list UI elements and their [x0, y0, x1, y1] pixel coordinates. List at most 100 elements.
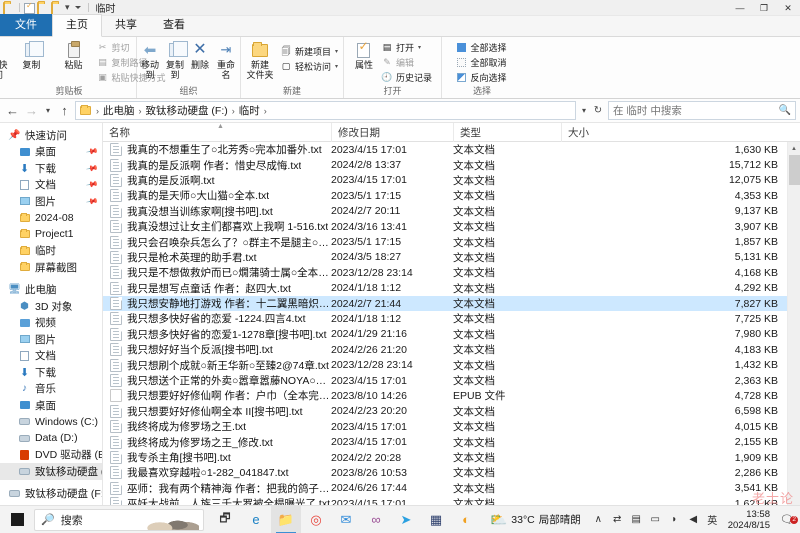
column-header-size[interactable]: 大小: [561, 122, 800, 142]
sidebar-item-桌面[interactable]: 桌面 📌: [0, 144, 102, 161]
telegram-icon[interactable]: ➤: [391, 506, 421, 533]
back-button[interactable]: ←: [4, 102, 21, 120]
sidebar-item-致钛移动硬盘--f--[interactable]: 致钛移动硬盘 (F:): [0, 463, 102, 480]
select-none-button[interactable]: 全部取消: [453, 55, 510, 70]
refresh-button[interactable]: ↻: [592, 102, 604, 120]
show-hidden-icons-button[interactable]: ∧: [589, 514, 608, 525]
network-transfer-icon[interactable]: ⇄: [608, 514, 627, 525]
folder-options-icon[interactable]: [51, 1, 63, 16]
column-header-date[interactable]: 修改日期: [331, 122, 453, 142]
search-box[interactable]: 🔍: [608, 101, 796, 120]
table-row[interactable]: 我只想安静地打游戏 作者：十二翼黑暗炽天使[… 2024/2/7 21:44 文本文…: [103, 295, 800, 312]
up-button[interactable]: ↑: [56, 102, 73, 120]
table-row[interactable]: 我终将成为修罗场之王.txt 2023/4/15 17:01 文本文档 4,015 K…: [103, 419, 800, 434]
minimize-button[interactable]: —: [728, 0, 752, 16]
task-view-button[interactable]: 🗗: [210, 506, 240, 533]
sidebar-item-下载[interactable]: ⬇ 下载 📌: [0, 160, 102, 177]
easy-access-button[interactable]: ▢ 轻松访问 ▾: [278, 59, 342, 74]
table-row[interactable]: 我只是想写点童话 作者：赵四大.txt 2024/1/18 1:12 文本文档 4,2…: [103, 281, 800, 296]
close-button[interactable]: ✕: [776, 0, 800, 16]
sidebar-item-windows--c--[interactable]: Windows (C:): [0, 414, 102, 431]
properties-icon[interactable]: [24, 1, 35, 14]
notification-center-button[interactable]: 🗨 2: [776, 513, 798, 526]
search-input[interactable]: [613, 104, 779, 117]
move-to-button[interactable]: ⬅ 移动到: [138, 39, 163, 81]
scroll-up-button[interactable]: ▲: [788, 142, 800, 155]
table-row[interactable]: 我只是枪术英理的助手君.txt 2024/3/5 18:27 文本文档 5,131 K…: [103, 250, 800, 265]
pin-to-quick-access-button[interactable]: 📌 固定到快 速访问: [0, 39, 11, 81]
pin-icon[interactable]: 📌: [85, 178, 98, 191]
column-header-name[interactable]: 名称 ▲: [103, 123, 331, 142]
table-row[interactable]: 我真的是反派啊 作者：惜史尽成悔.txt 2024/2/8 13:37 文本文档 15…: [103, 157, 800, 172]
table-row[interactable]: 我终将成为修罗场之王_修改.txt 2023/4/15 17:01 文本文档 2,15…: [103, 434, 800, 449]
sidebar-item-data--d--[interactable]: Data (D:): [0, 430, 102, 447]
table-row[interactable]: 我只想刷个成就○新王华新○至臻2@74章.txt 2023/12/28 23:14…: [103, 357, 800, 372]
address-dropdown-button[interactable]: ▾: [578, 102, 590, 120]
edge-icon[interactable]: e: [241, 506, 271, 533]
sidebar-item-快速访问[interactable]: 📌 快速访问: [0, 127, 102, 144]
table-row[interactable]: 我只想要好好修仙啊 作者：户巾（全本完结)e… 2023/8/10 14:26 EP…: [103, 388, 800, 403]
tab-file[interactable]: 文件: [0, 14, 52, 36]
copy-button[interactable]: 复制: [11, 39, 53, 72]
sidebar-item-project1[interactable]: Project1: [0, 226, 102, 243]
sidebar-item-图片[interactable]: 图片: [0, 331, 102, 348]
breadcrumb-item-0[interactable]: 此电脑: [101, 102, 137, 119]
forward-button[interactable]: →: [23, 102, 40, 120]
vertical-scrollbar[interactable]: ▲: [787, 142, 800, 518]
new-folder-button[interactable]: 新建 文件夹: [242, 39, 278, 81]
table-row[interactable]: 我真的是天师○大山猫○全本.txt 2023/5/1 17:15 文本文档 4,353…: [103, 188, 800, 203]
sidebar-item-下载[interactable]: ⬇ 下载: [0, 364, 102, 381]
new-item-button[interactable]: 🗐 新建项目 ▾: [278, 44, 342, 59]
volume-icon[interactable]: ◀: [684, 514, 703, 525]
chevron-down-icon[interactable]: [74, 6, 81, 9]
wifi-icon[interactable]: ◗: [665, 514, 684, 525]
visual-studio-icon[interactable]: ∞: [361, 506, 391, 533]
rename-button[interactable]: ⇥ 重命名: [213, 39, 240, 81]
history-button[interactable]: 🕘 历史记录: [379, 70, 436, 85]
table-row[interactable]: 我只会召唤杂兵怎么了？○群主不是腿主○至臻… 2023/5/1 17:15 文本文档…: [103, 234, 800, 249]
sidebar-item-dvd-驱动器--e---16.0.1[interactable]: DVD 驱动器 (E:) 16.0.1: [0, 447, 102, 464]
paste-button[interactable]: 粘贴: [53, 39, 95, 72]
qat-more-icon[interactable]: ▾: [65, 2, 70, 13]
sidebar-item-图片[interactable]: 图片 📌: [0, 193, 102, 210]
file-explorer-icon[interactable]: 📁: [271, 505, 301, 533]
sidebar-item-音乐[interactable]: ♪ 音乐: [0, 381, 102, 398]
pin-icon[interactable]: 📌: [85, 195, 98, 208]
table-row[interactable]: 我只想多快好省的恋爱 -1224.四言4.txt 2024/1/18 1:12 文本…: [103, 311, 800, 326]
sidebar-item-致钛移动硬盘--f--[interactable]: 致钛移动硬盘 (F:): [0, 486, 102, 503]
edit-button[interactable]: ✎ 编辑: [379, 55, 436, 70]
navigation-pane[interactable]: 📌 快速访问 桌面 📌 ⬇ 下载 📌 文档 📌 图片 📌 2024-08 Project1 临时 屏幕截图 🖥…: [0, 123, 103, 518]
taskbar-clock[interactable]: 13:58 2024/8/15: [722, 509, 776, 531]
pin-icon[interactable]: 📌: [85, 145, 98, 158]
new-folder-icon[interactable]: [37, 1, 49, 16]
chrome-icon[interactable]: ◎: [301, 506, 331, 533]
table-row[interactable]: 我真没想当训练家啊[搜书吧].txt 2024/2/7 20:11 文本文档 9,13…: [103, 204, 800, 219]
ime-language-icon[interactable]: 英: [703, 512, 722, 527]
breadcrumb-item-1[interactable]: 致钛移动硬盘 (F:): [144, 102, 230, 119]
table-row[interactable]: 我专杀主角[搜书吧].txt 2024/2/2 20:28 文本文档 1,909 KB: [103, 450, 800, 465]
maximize-button[interactable]: ❐: [752, 0, 776, 16]
equalizer-icon[interactable]: ▤: [627, 514, 646, 525]
table-row[interactable]: 我真的是反派啊.txt 2023/4/15 17:01 文本文档 12,075 KB: [103, 173, 800, 188]
delete-button[interactable]: ✕ 删除: [188, 39, 213, 72]
table-row[interactable]: 我最喜欢穿越啦○1-282_041847.txt 2023/8/26 10:53 文…: [103, 465, 800, 480]
sidebar-item-2024-08[interactable]: 2024-08: [0, 210, 102, 227]
table-row[interactable]: 我只想好好当个反派[搜书吧].txt 2024/2/26 21:20 文本文档 4,1…: [103, 342, 800, 357]
tab-share[interactable]: 共享: [102, 15, 150, 36]
table-row[interactable]: 我只是不想做救炉而已○燗蒲骑士属○全本.txt 2023/12/28 23:14 文…: [103, 265, 800, 280]
properties-button[interactable]: 属性: [349, 39, 379, 72]
copy-to-button[interactable]: 复制到: [163, 39, 188, 81]
sidebar-item-此电脑[interactable]: 🖥 此电脑: [0, 282, 102, 299]
breadcrumb[interactable]: › 此电脑 › 致钛移动硬盘 (F:) › 临时 ›: [75, 101, 576, 120]
app-icon-7[interactable]: ▦: [421, 506, 451, 533]
table-row[interactable]: 巫师：我有两个精神海 作者：把我的鸽子放开儿…2024/6/26 17:44 文本…: [103, 481, 800, 496]
sidebar-item-桌面[interactable]: 桌面: [0, 397, 102, 414]
sidebar-item-视频[interactable]: 视频: [0, 315, 102, 332]
select-all-button[interactable]: 全部选择: [453, 40, 510, 55]
table-row[interactable]: 我真没想过让女主们都喜欢上我啊 1-516.txt 2024/3/16 13:41…: [103, 219, 800, 234]
sidebar-item-临时[interactable]: 临时: [0, 243, 102, 260]
app-icon-8[interactable]: ◐: [451, 506, 481, 533]
open-button[interactable]: ▤ 打开 ▾: [379, 40, 436, 55]
sidebar-item-文档[interactable]: 文档: [0, 348, 102, 365]
scrollbar-thumb[interactable]: [789, 155, 800, 185]
